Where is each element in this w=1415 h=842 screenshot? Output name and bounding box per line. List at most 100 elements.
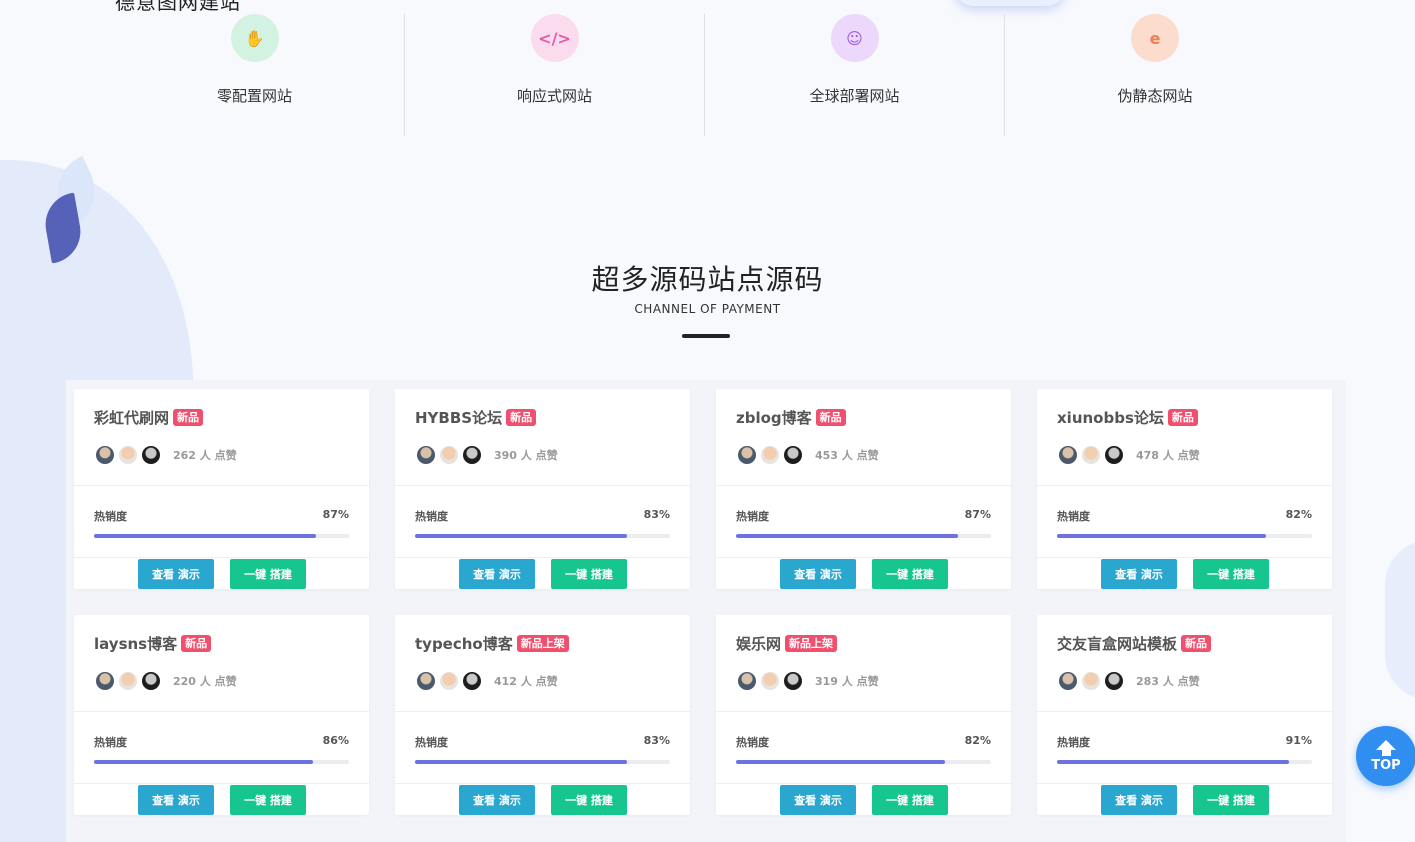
feature-strip: ✋ 零配置网站 </> 响应式网站 ☺ 全球部署网站 e 伪静态网站 xyxy=(105,14,1305,136)
hot-progress-fill xyxy=(736,534,958,538)
view-demo-button[interactable]: 查看 演示 xyxy=(1101,559,1177,589)
card-title[interactable]: 娱乐网 xyxy=(736,633,781,654)
one-click-build-button[interactable]: 一键 搭建 xyxy=(872,785,948,815)
avatar xyxy=(438,670,460,692)
one-click-build-button[interactable]: 一键 搭建 xyxy=(1193,785,1269,815)
new-badge: 新品上架 xyxy=(785,635,838,652)
feature-item[interactable]: ☺ 全球部署网站 xyxy=(705,14,1005,136)
card-grid: 彩虹代刷网 新品 262 人 点赞 热销度 87% 查看 演示 一键 搭建 HYBBS论坛 新品… xyxy=(66,380,1346,842)
avatar xyxy=(461,670,483,692)
one-click-build-button[interactable]: 一键 搭建 xyxy=(230,559,306,589)
card-title-row: 娱乐网 新品上架 xyxy=(736,633,838,654)
view-demo-button[interactable]: 查看 演示 xyxy=(459,559,535,589)
avatar xyxy=(94,670,116,692)
liker-avatars: 220 人 点赞 xyxy=(94,670,237,692)
card-title[interactable]: typecho博客 xyxy=(415,633,513,654)
avatar xyxy=(759,444,781,466)
likes-count: 412 人 点赞 xyxy=(494,675,558,688)
arrow-up-icon xyxy=(1376,739,1396,750)
divider xyxy=(716,711,1011,712)
partial-heading: 德意图网建站 xyxy=(115,0,241,14)
hot-label: 热销度 xyxy=(94,736,127,749)
divider xyxy=(716,783,1011,784)
avatar xyxy=(1103,670,1125,692)
feature-item[interactable]: e 伪静态网站 xyxy=(1005,14,1305,136)
divider xyxy=(74,557,369,558)
hot-percent: 83% xyxy=(643,734,670,747)
avatar xyxy=(759,670,781,692)
avatar xyxy=(1057,670,1079,692)
one-click-build-button[interactable]: 一键 搭建 xyxy=(872,559,948,589)
avatar xyxy=(461,444,483,466)
hot-progress-bar xyxy=(415,534,670,538)
likes-count: 283 人 点赞 xyxy=(1136,675,1200,688)
hot-progress-bar xyxy=(736,760,991,764)
section-underline xyxy=(682,334,730,338)
view-demo-button[interactable]: 查看 演示 xyxy=(1101,785,1177,815)
card-title[interactable]: laysns博客 xyxy=(94,633,177,654)
likes-count: 478 人 点赞 xyxy=(1136,449,1200,462)
liker-avatars: 319 人 点赞 xyxy=(736,670,879,692)
section-title: 超多源码站点源码 xyxy=(591,263,824,296)
avatar xyxy=(140,444,162,466)
avatar xyxy=(1103,444,1125,466)
view-demo-button[interactable]: 查看 演示 xyxy=(459,785,535,815)
hot-progress-bar xyxy=(1057,760,1312,764)
avatar xyxy=(94,444,116,466)
liker-avatars: 283 人 点赞 xyxy=(1057,670,1200,692)
hot-label: 热销度 xyxy=(94,510,127,523)
hot-percent: 87% xyxy=(964,508,991,521)
divider xyxy=(1037,557,1332,558)
liker-avatars: 412 人 点赞 xyxy=(415,670,558,692)
hot-progress-bar xyxy=(94,760,349,764)
card-title-row: laysns博客 新品 xyxy=(94,633,212,654)
hot-progress-bar xyxy=(736,534,991,538)
avatar xyxy=(1080,670,1102,692)
view-demo-button[interactable]: 查看 演示 xyxy=(780,559,856,589)
hot-progress-fill xyxy=(1057,534,1267,538)
divider xyxy=(716,485,1011,486)
view-demo-button[interactable]: 查看 演示 xyxy=(138,785,214,815)
card-title[interactable]: 交友盲盒网站模板 xyxy=(1057,633,1177,654)
hot-label: 热销度 xyxy=(415,736,448,749)
divider xyxy=(1037,783,1332,784)
card-title[interactable]: HYBBS论坛 xyxy=(415,407,502,428)
new-badge: 新品 xyxy=(181,635,212,652)
decorative-bubble xyxy=(955,0,1065,6)
avatar xyxy=(782,670,804,692)
one-click-build-button[interactable]: 一键 搭建 xyxy=(551,559,627,589)
liker-avatars: 453 人 点赞 xyxy=(736,444,879,466)
avatar xyxy=(1057,444,1079,466)
likes-count: 262 人 点赞 xyxy=(173,449,237,462)
top-label: TOP xyxy=(1371,757,1401,773)
hot-percent: 91% xyxy=(1285,734,1312,747)
view-demo-button[interactable]: 查看 演示 xyxy=(780,785,856,815)
hot-label: 热销度 xyxy=(736,510,769,523)
hot-progress-fill xyxy=(94,534,316,538)
card-title[interactable]: 彩虹代刷网 xyxy=(94,407,169,428)
hot-progress-bar xyxy=(1057,534,1312,538)
divider xyxy=(1037,711,1332,712)
one-click-build-button[interactable]: 一键 搭建 xyxy=(551,785,627,815)
background-circle xyxy=(1385,540,1415,700)
card-title[interactable]: xiunobbs论坛 xyxy=(1057,407,1164,428)
divider xyxy=(716,557,1011,558)
source-card: 交友盲盒网站模板 新品 283 人 点赞 热销度 91% 查看 演示 一键 搭建 xyxy=(1037,615,1332,815)
one-click-build-button[interactable]: 一键 搭建 xyxy=(1193,559,1269,589)
one-click-build-button[interactable]: 一键 搭建 xyxy=(230,785,306,815)
card-title-row: HYBBS论坛 新品 xyxy=(415,407,537,428)
hot-progress-fill xyxy=(94,760,314,764)
source-card: zblog博客 新品 453 人 点赞 热销度 87% 查看 演示 一键 搭建 xyxy=(716,389,1011,589)
feature-label: 零配置网站 xyxy=(216,87,292,105)
view-demo-button[interactable]: 查看 演示 xyxy=(138,559,214,589)
new-badge: 新品 xyxy=(173,409,204,426)
hot-progress-fill xyxy=(415,760,627,764)
card-title[interactable]: zblog博客 xyxy=(736,407,812,428)
divider xyxy=(74,485,369,486)
hot-percent: 82% xyxy=(964,734,991,747)
card-title-row: 彩虹代刷网 新品 xyxy=(94,407,204,428)
feature-item[interactable]: </> 响应式网站 xyxy=(405,14,705,136)
source-card: HYBBS论坛 新品 390 人 点赞 热销度 83% 查看 演示 一键 搭建 xyxy=(395,389,690,589)
feature-item[interactable]: ✋ 零配置网站 xyxy=(105,14,405,136)
back-to-top-button[interactable]: TOP xyxy=(1356,726,1415,786)
